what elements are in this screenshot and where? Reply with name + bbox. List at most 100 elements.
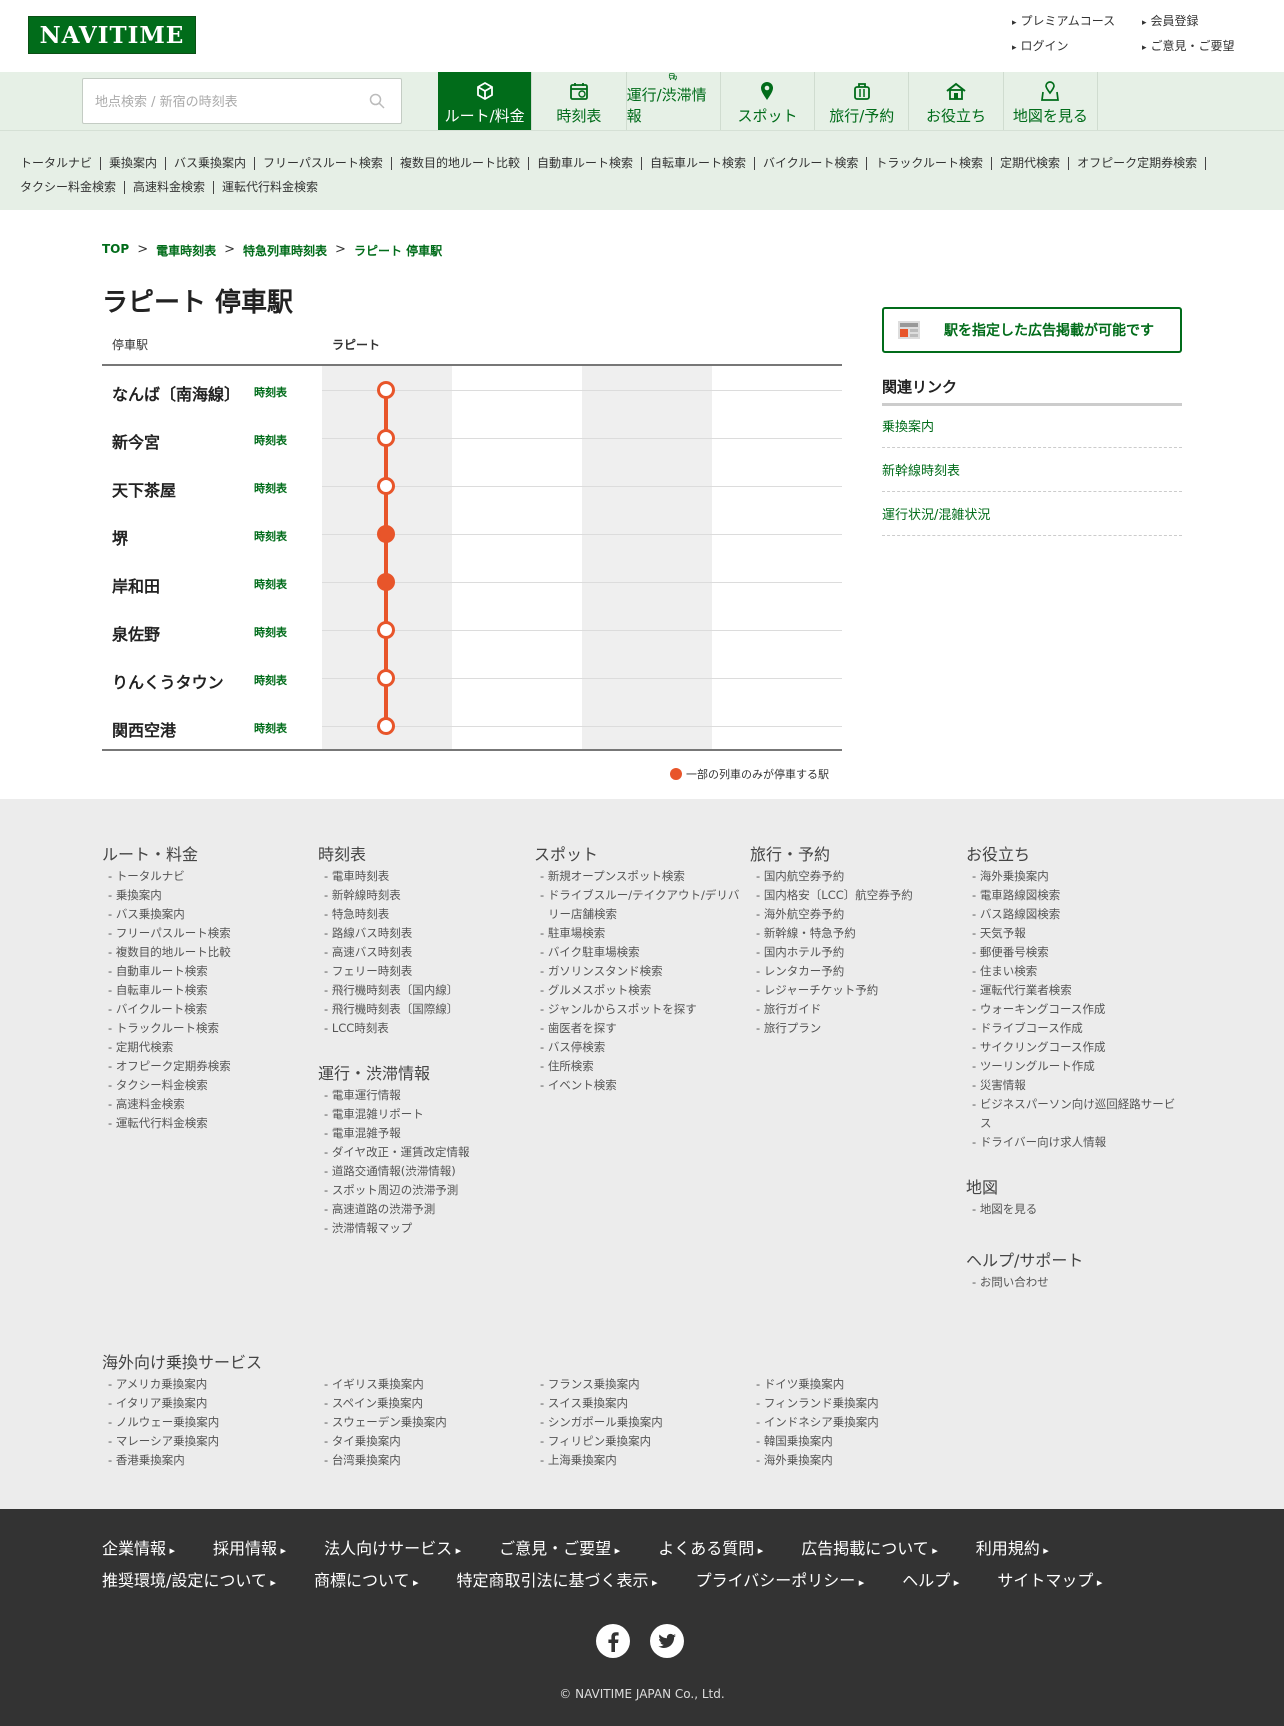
sitemap-link[interactable]: フィリピン乗換案内 — [534, 1432, 750, 1451]
navitime-logo[interactable]: NAVITIME — [28, 16, 196, 54]
tab-travel[interactable]: 旅行/予約 — [815, 72, 910, 130]
footer-link[interactable]: 企業情報 — [102, 1535, 175, 1559]
sitemap-link[interactable]: お問い合わせ — [966, 1273, 1176, 1292]
sitemap-link[interactable]: 複数目的地ルート比較 — [102, 943, 302, 962]
sitemap-link[interactable]: スポット周辺の渋滞予測 — [318, 1181, 518, 1200]
sitemap-link[interactable]: 高速道路の渋滞予測 — [318, 1200, 518, 1219]
subnav-item[interactable]: 自動車ルート検索 — [529, 157, 642, 170]
sitemap-link[interactable]: 郵便番号検索 — [966, 943, 1176, 962]
sitemap-link[interactable]: レジャーチケット予約 — [750, 981, 960, 1000]
premium-link[interactable]: プレミアムコース — [1012, 12, 1142, 29]
sitemap-link[interactable]: ドイツ乗換案内 — [750, 1375, 966, 1394]
sitemap-link[interactable]: オフピーク定期券検索 — [102, 1057, 302, 1076]
tab-spot[interactable]: スポット — [721, 72, 816, 130]
sitemap-link[interactable]: フリーパスルート検索 — [102, 924, 302, 943]
footer-link[interactable]: プライバシーポリシー — [696, 1567, 865, 1591]
timetable-link[interactable]: 時刻表 — [254, 672, 287, 688]
sitemap-link[interactable]: フランス乗換案内 — [534, 1375, 750, 1394]
sitemap-link[interactable]: トラックルート検索 — [102, 1019, 302, 1038]
footer-link[interactable]: 法人向けサービス — [324, 1535, 461, 1559]
login-link[interactable]: ログイン — [1012, 37, 1142, 54]
sitemap-link[interactable]: 災害情報 — [966, 1076, 1176, 1095]
sitemap-link[interactable]: 住所検索 — [534, 1057, 744, 1076]
search-icon[interactable] — [369, 93, 385, 109]
timetable-link[interactable]: 時刻表 — [254, 480, 287, 496]
sitemap-link[interactable]: 新幹線時刻表 — [318, 886, 518, 905]
sitemap-link[interactable]: 歯医者を探す — [534, 1019, 744, 1038]
subnav-item[interactable]: バス乗換案内 — [166, 157, 256, 170]
sitemap-link[interactable]: タイ乗換案内 — [318, 1432, 534, 1451]
sitemap-link[interactable]: バス路線図検索 — [966, 905, 1176, 924]
sitemap-link[interactable]: 電車時刻表 — [318, 867, 518, 886]
sitemap-link[interactable]: 国内格安〔LCC〕航空券予約 — [750, 886, 960, 905]
sitemap-link[interactable]: 韓国乗換案内 — [750, 1432, 966, 1451]
subnav-item[interactable]: フリーパスルート検索 — [255, 157, 392, 170]
related-link[interactable]: 運行状況/混雑状況 — [882, 504, 1182, 536]
sitemap-link[interactable]: 電車路線図検索 — [966, 886, 1176, 905]
footer-link[interactable]: ご意見・ご要望 — [499, 1535, 620, 1559]
timetable-link[interactable]: 時刻表 — [254, 528, 287, 544]
sitemap-link[interactable]: 国内航空券予約 — [750, 867, 960, 886]
subnav-item[interactable]: 高速料金検索 — [125, 181, 215, 194]
sitemap-link[interactable]: スイス乗換案内 — [534, 1394, 750, 1413]
tab-traffic[interactable]: 運行/渋滞情報 — [627, 72, 721, 130]
subnav-item[interactable]: トラックルート検索 — [867, 157, 993, 170]
footer-link[interactable]: 商標について — [314, 1567, 419, 1591]
timetable-link[interactable]: 時刻表 — [254, 720, 287, 736]
sitemap-link[interactable]: フェリー時刻表 — [318, 962, 518, 981]
sitemap-link[interactable]: アメリカ乗換案内 — [102, 1375, 318, 1394]
timetable-link[interactable]: 時刻表 — [254, 384, 287, 400]
sitemap-link[interactable]: 旅行ガイド — [750, 1000, 960, 1019]
feedback-link[interactable]: ご意見・ご要望 — [1142, 37, 1272, 54]
footer-link[interactable]: ヘルプ — [902, 1567, 959, 1591]
ad-placement-button[interactable]: 駅を指定した広告掲載が可能です — [882, 307, 1182, 353]
sitemap-link[interactable]: LCC時刻表 — [318, 1019, 518, 1038]
facebook-icon[interactable] — [596, 1624, 630, 1658]
sitemap-link[interactable]: 乗換案内 — [102, 886, 302, 905]
sitemap-link[interactable]: ドライブコース作成 — [966, 1019, 1176, 1038]
sitemap-link[interactable]: イベント検索 — [534, 1076, 744, 1095]
sitemap-link[interactable]: インドネシア乗換案内 — [750, 1413, 966, 1432]
sitemap-link[interactable]: トータルナビ — [102, 867, 302, 886]
related-link[interactable]: 乗換案内 — [882, 416, 1182, 448]
twitter-icon[interactable] — [650, 1624, 684, 1658]
sitemap-link[interactable]: イギリス乗換案内 — [318, 1375, 534, 1394]
sitemap-link[interactable]: 上海乗換案内 — [534, 1451, 750, 1470]
sitemap-link[interactable]: 運転代行料金検索 — [102, 1114, 302, 1133]
footer-link[interactable]: よくある質問 — [658, 1535, 763, 1559]
footer-link[interactable]: 推奨環境/設定について — [102, 1567, 276, 1591]
subnav-item[interactable]: オフピーク定期券検索 — [1069, 157, 1207, 170]
search-input[interactable] — [95, 91, 355, 113]
sitemap-link[interactable]: 飛行機時刻表〔国際線〕 — [318, 1000, 518, 1019]
tab-map[interactable]: 地図を見る — [1004, 72, 1098, 130]
sitemap-link[interactable]: 飛行機時刻表〔国内線〕 — [318, 981, 518, 1000]
subnav-item[interactable]: 運転代行料金検索 — [214, 181, 326, 194]
sitemap-link[interactable]: ツーリングルート作成 — [966, 1057, 1176, 1076]
sitemap-link[interactable]: スウェーデン乗換案内 — [318, 1413, 534, 1432]
subnav-item[interactable]: タクシー料金検索 — [12, 181, 126, 194]
sitemap-link[interactable]: 高速料金検索 — [102, 1095, 302, 1114]
tab-route[interactable]: ルート/料金 — [438, 72, 533, 130]
subnav-item[interactable]: 乗換案内 — [101, 157, 167, 170]
sitemap-link[interactable]: 国内ホテル予約 — [750, 943, 960, 962]
subnav-item[interactable]: 定期代検索 — [992, 157, 1070, 170]
sitemap-link[interactable]: ドライバー向け求人情報 — [966, 1133, 1176, 1152]
sitemap-link[interactable]: 渋滞情報マップ — [318, 1219, 518, 1238]
sitemap-link[interactable]: サイクリングコース作成 — [966, 1038, 1176, 1057]
sitemap-link[interactable]: 海外乗換案内 — [966, 867, 1176, 886]
footer-link[interactable]: 利用規約 — [976, 1535, 1049, 1559]
related-link[interactable]: 新幹線時刻表 — [882, 460, 1182, 492]
sitemap-link[interactable]: 定期代検索 — [102, 1038, 302, 1057]
sitemap-link[interactable]: ガソリンスタンド検索 — [534, 962, 744, 981]
subnav-item[interactable]: 複数目的地ルート比較 — [392, 157, 529, 170]
subnav-item[interactable]: バイクルート検索 — [755, 157, 868, 170]
sitemap-link[interactable]: 新幹線・特急予約 — [750, 924, 960, 943]
sitemap-link[interactable]: 電車混雑リポート — [318, 1105, 518, 1124]
sitemap-link[interactable]: グルメスポット検索 — [534, 981, 744, 1000]
sitemap-link[interactable]: バイクルート検索 — [102, 1000, 302, 1019]
subnav-item[interactable]: トータルナビ — [12, 157, 102, 170]
sitemap-link[interactable]: 道路交通情報(渋滞情報) — [318, 1162, 518, 1181]
breadcrumb-current[interactable]: ラピート 停車駅 — [354, 242, 442, 259]
sitemap-link[interactable]: ドライブスルー/テイクアウト/デリバリー店舗検索 — [534, 886, 744, 924]
sitemap-link[interactable]: マレーシア乗換案内 — [102, 1432, 318, 1451]
